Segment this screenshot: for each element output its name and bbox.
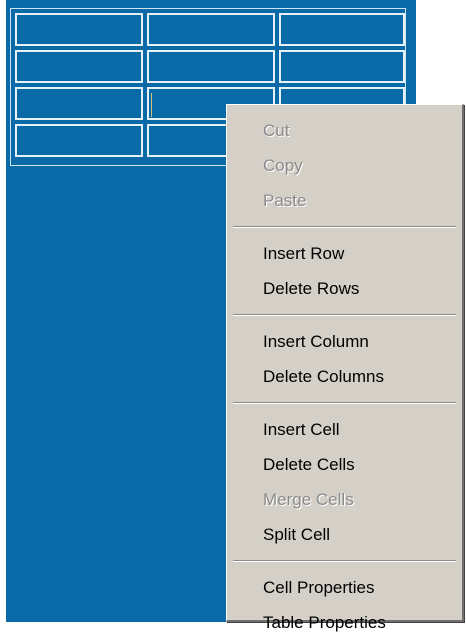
table-cell-r1-c3[interactable] xyxy=(279,13,405,46)
menu-item-delete-rows[interactable]: Delete Rows xyxy=(227,271,462,306)
table-cell-r2-c2[interactable] xyxy=(147,50,275,83)
menu-separator xyxy=(227,306,462,324)
table-cell-r3-c1[interactable] xyxy=(15,87,143,120)
table-cell-r1-c2[interactable] xyxy=(147,13,275,46)
table-cell-r1-c1[interactable] xyxy=(15,13,143,46)
menu-item-cut: Cut xyxy=(263,121,290,140)
menu-item-insert-column[interactable]: Insert Column xyxy=(227,324,462,359)
menu-separator xyxy=(227,552,462,570)
menu-item-split-cell[interactable]: Split Cell xyxy=(227,517,462,552)
menu-item-cell-properties[interactable]: Cell Properties xyxy=(227,570,462,605)
table-cell-r4-c1[interactable] xyxy=(15,124,143,157)
menu-item-paste: Paste xyxy=(263,191,307,210)
menu-separator xyxy=(227,394,462,412)
menu-item-delete-cells[interactable]: Delete Cells xyxy=(227,447,462,482)
table-context-menu: Cut Copy Paste Insert Row Delete Rows In… xyxy=(226,104,464,632)
menu-item-table-properties[interactable]: Table Properties xyxy=(227,605,462,640)
menu-separator xyxy=(227,218,462,236)
menu-item-insert-cell[interactable]: Insert Cell xyxy=(227,412,462,447)
menu-item-delete-columns[interactable]: Delete Columns xyxy=(227,359,462,394)
table-cell-r2-c3[interactable] xyxy=(279,50,405,83)
menu-item-merge-cells: Merge Cells xyxy=(263,490,354,509)
table-cell-r2-c1[interactable] xyxy=(15,50,143,83)
menu-item-copy: Copy xyxy=(263,156,303,175)
menu-item-insert-row[interactable]: Insert Row xyxy=(227,236,462,271)
